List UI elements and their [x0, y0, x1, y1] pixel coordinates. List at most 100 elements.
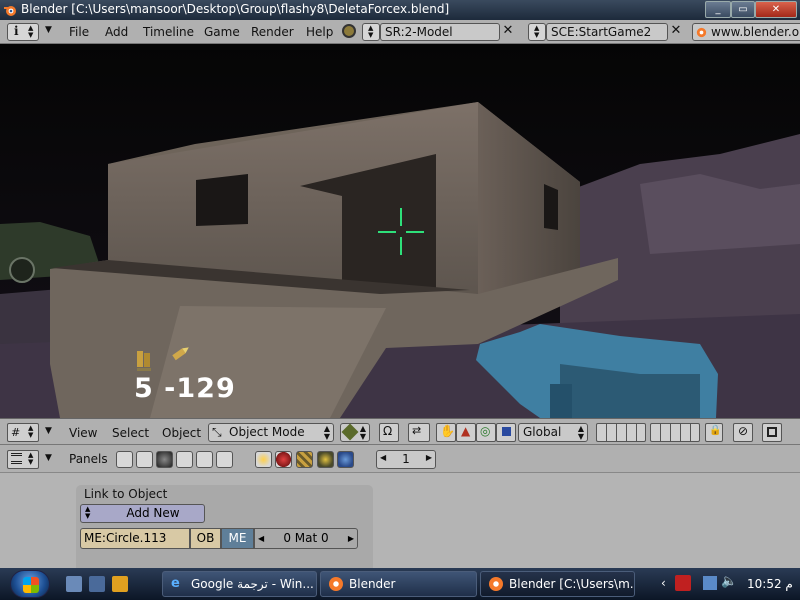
- maximize-button[interactable]: ▭: [731, 1, 755, 18]
- windows-logo-icon: [23, 577, 39, 593]
- material-index-field[interactable]: ◀ 0 Mat 0 ▶: [254, 528, 358, 549]
- blender-logo-icon: [489, 577, 503, 591]
- menu-object[interactable]: Object: [162, 426, 201, 440]
- menu-view[interactable]: View: [69, 426, 97, 440]
- updown-arrows-icon: ▲ ▼: [534, 24, 540, 39]
- 3d-view-header: # ▲ ▼ ▼ View Select Object ⤡ Object Mode …: [0, 418, 800, 445]
- add-new-label: Add New: [126, 506, 180, 520]
- menu-game[interactable]: Game: [204, 25, 240, 39]
- editor-type-button[interactable]: ▲ ▼: [7, 450, 39, 469]
- translate-button[interactable]: ▲: [456, 423, 476, 442]
- network-icon[interactable]: [703, 576, 717, 590]
- switch-windows-icon[interactable]: [89, 576, 105, 592]
- draw-type-icon: [341, 423, 359, 441]
- logic-context-icon[interactable]: [116, 451, 133, 468]
- orientation-label: Global: [523, 425, 562, 439]
- pivot-button[interactable]: Ω: [379, 423, 399, 442]
- link-to-object-panel: Link to Object ▲ ▼ Add New ME:Circle.113 …: [76, 485, 373, 570]
- volume-icon[interactable]: 🔈: [721, 574, 737, 589]
- scale-button[interactable]: [496, 423, 516, 442]
- editor-type-button[interactable]: i ▲ ▼: [7, 23, 39, 41]
- taskbar-item-blender-console[interactable]: Blender: [320, 571, 477, 597]
- render-icon: [767, 427, 777, 437]
- collapse-triangle-icon[interactable]: ▼: [45, 453, 52, 463]
- decrement-arrow-icon[interactable]: ◀: [258, 529, 264, 548]
- bunker-window-right: [544, 184, 558, 230]
- frame-field[interactable]: ◀ 1 ▶: [376, 450, 436, 469]
- snap-button[interactable]: ⇄: [408, 423, 430, 442]
- me-link-button[interactable]: ME: [221, 528, 254, 549]
- panels-menu[interactable]: Panels: [69, 452, 108, 466]
- blender-logo-icon: [696, 27, 707, 38]
- taskbar-item-label: Blender [C:\Users\m...: [509, 577, 635, 591]
- collapse-triangle-icon[interactable]: ▼: [45, 426, 52, 436]
- window-titlebar[interactable]: Blender [C:\Users\mansoor\Desktop\Group\…: [0, 0, 800, 20]
- scene-browse-button[interactable]: ▲ ▼: [528, 23, 546, 41]
- orientation-select[interactable]: Global ▲ ▼: [518, 423, 588, 442]
- menu-timeline[interactable]: Timeline: [143, 25, 194, 39]
- world-icon[interactable]: [337, 451, 354, 468]
- draw-type-select[interactable]: ▲ ▼: [340, 423, 370, 442]
- taskbar-item-browser[interactable]: e Google ترجمة - Win...: [162, 571, 317, 597]
- menu-help[interactable]: Help: [306, 25, 333, 39]
- texture-icon[interactable]: [296, 451, 313, 468]
- antivirus-icon[interactable]: [675, 575, 691, 591]
- menu-select[interactable]: Select: [112, 426, 149, 440]
- render-button[interactable]: [762, 423, 782, 442]
- 3d-viewport[interactable]: 5 -129: [0, 44, 800, 418]
- close-button[interactable]: ✕: [755, 1, 797, 18]
- menu-render[interactable]: Render: [251, 25, 294, 39]
- increment-arrow-icon[interactable]: ▶: [348, 529, 354, 548]
- magnet-icon: Ω: [383, 424, 393, 438]
- screen-browse-button[interactable]: ▲ ▼: [362, 23, 380, 41]
- scene-name-field[interactable]: SCE:StartGame2: [546, 23, 668, 41]
- clock[interactable]: 10:52 م: [747, 577, 793, 591]
- screen-name-field[interactable]: SR:2-Model: [380, 23, 500, 41]
- editor-type-button[interactable]: # ▲ ▼: [7, 423, 39, 442]
- buttons-window-header: ▲ ▼ ▼ Panels ◀ 1 ▶: [0, 445, 800, 473]
- blender-logo-icon: [329, 577, 343, 591]
- show-desktop-icon[interactable]: [66, 576, 82, 592]
- taskbar-item-blender-main[interactable]: Blender [C:\Users\m...: [480, 571, 635, 597]
- taskbar-item-label: Google ترجمة - Win...: [191, 577, 314, 591]
- updown-arrows-icon: ▲ ▼: [368, 24, 374, 39]
- radiosity-icon[interactable]: [317, 451, 334, 468]
- screen-delete-icon[interactable]: ✕: [500, 23, 516, 41]
- script-context-icon[interactable]: [136, 451, 153, 468]
- mesh-name-field[interactable]: ME:Circle.113: [80, 528, 190, 549]
- lock-button[interactable]: 🔒: [705, 423, 723, 442]
- material-icon[interactable]: [275, 451, 292, 468]
- minimize-button[interactable]: _: [705, 1, 731, 18]
- scene-link-button[interactable]: ⊘: [733, 423, 753, 442]
- updown-arrows-icon: ▲ ▼: [28, 451, 34, 466]
- taskbar-item-label: Blender: [349, 577, 396, 591]
- tank-wheel: [9, 257, 35, 283]
- editing-context-icon[interactable]: [196, 451, 213, 468]
- snap-icon: ⇄: [412, 424, 422, 437]
- blender-website-link[interactable]: www.blender.org: [692, 23, 800, 41]
- layer-buttons-b[interactable]: [650, 423, 700, 442]
- tray-expand-icon[interactable]: ‹: [661, 576, 666, 590]
- object-context-icon[interactable]: [176, 451, 193, 468]
- collapse-triangle-icon[interactable]: ▼: [45, 25, 52, 35]
- menu-add[interactable]: Add: [105, 25, 128, 39]
- scene-context-icon[interactable]: [216, 451, 233, 468]
- rotate-icon: ◎: [480, 424, 491, 438]
- start-button[interactable]: [10, 570, 50, 598]
- shading-context-icon[interactable]: [156, 451, 173, 468]
- ob-link-button[interactable]: OB: [190, 528, 221, 549]
- add-new-button[interactable]: ▲ ▼ Add New: [80, 504, 205, 523]
- layer-buttons-a[interactable]: [596, 423, 646, 442]
- material-index-label: 0 Mat 0: [283, 531, 329, 545]
- ie-icon: e: [171, 576, 180, 591]
- rotate-button[interactable]: ◎: [476, 423, 496, 442]
- media-player-icon[interactable]: [112, 576, 128, 592]
- screen-icon: [342, 24, 356, 38]
- menu-file[interactable]: File: [69, 25, 89, 39]
- mode-label: Object Mode: [229, 425, 305, 439]
- lamp-icon[interactable]: [255, 451, 272, 468]
- scene-delete-icon[interactable]: ✕: [668, 23, 684, 41]
- manipulator-hand-button[interactable]: ✋: [436, 423, 456, 442]
- increment-arrow-icon[interactable]: ▶: [426, 453, 432, 462]
- mode-select[interactable]: ⤡ Object Mode ▲ ▼: [208, 423, 334, 442]
